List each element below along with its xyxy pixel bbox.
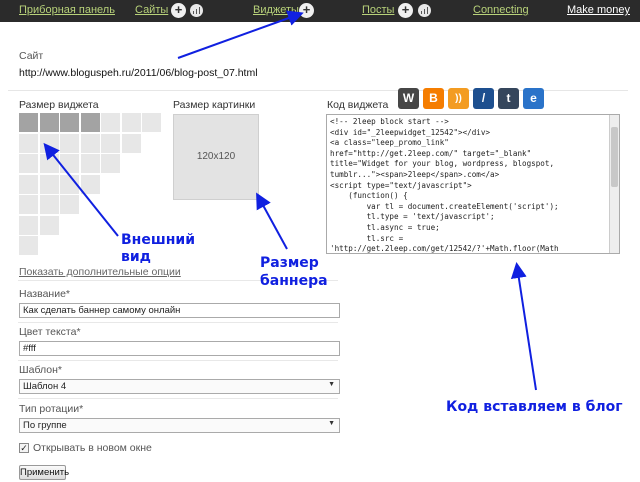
annotation-arrows [43, 10, 537, 391]
arrow-to-grid [43, 142, 119, 237]
arrow-to-code [510, 262, 537, 391]
arrow-to-banner [256, 192, 288, 250]
arrow-to-widgets [177, 10, 304, 59]
